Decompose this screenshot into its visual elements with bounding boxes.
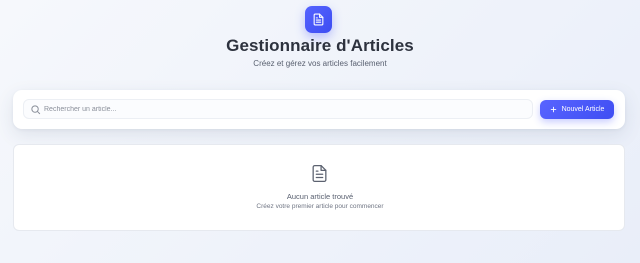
search-input[interactable] [44,100,524,118]
empty-state-card: Aucun article trouvé Créez votre premier… [13,144,625,231]
page-title: Gestionnaire d'Articles [226,36,414,55]
search-icon [31,105,41,115]
page-subtitle: Créez et gérez vos articles facilement [253,59,387,68]
empty-state-subtitle: Créez votre premier article pour commenc… [256,203,384,210]
app-logo [305,6,332,33]
document-icon [313,13,324,26]
new-article-button[interactable]: Nouvel Article [540,100,614,119]
document-icon [312,164,327,183]
new-article-button-label: Nouvel Article [561,106,605,113]
empty-state-title: Aucun article trouvé [286,192,354,201]
search-box[interactable] [23,99,533,119]
plus-icon [550,106,556,113]
toolbar-card: Nouvel Article [13,90,625,129]
